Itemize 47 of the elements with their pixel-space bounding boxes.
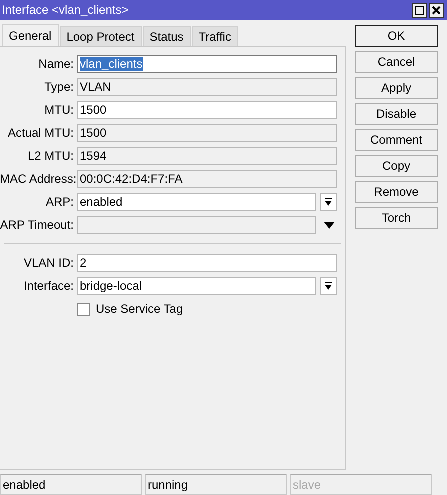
- input-field[interactable]: vlan_clients: [77, 55, 337, 73]
- field-label: L2 MTU:: [26, 149, 75, 163]
- field-label: Name:: [38, 57, 75, 71]
- dialog-button[interactable]: Apply: [355, 77, 438, 99]
- field-label: MTU:: [44, 103, 75, 117]
- input-field[interactable]: enabled: [77, 193, 316, 211]
- checkbox[interactable]: [77, 302, 90, 316]
- input-field[interactable]: VLAN: [77, 78, 337, 96]
- dropdown-arrow-icon: [324, 198, 333, 206]
- dialog-button[interactable]: Cancel: [355, 51, 438, 73]
- input-field[interactable]: bridge-local: [77, 277, 316, 295]
- input-field[interactable]: 1594: [77, 147, 337, 165]
- input-field[interactable]: 00:0C:42:D4:F7:FA: [77, 170, 337, 188]
- dialog-button[interactable]: Torch: [355, 207, 438, 229]
- maximize-icon: [415, 6, 424, 14]
- status-cell: slave: [290, 474, 432, 495]
- dialog-button[interactable]: Remove: [355, 181, 438, 203]
- dropdown-arrow-icon: [324, 282, 333, 290]
- tab[interactable]: Loop Protect: [60, 26, 142, 46]
- input-field[interactable]: 2: [77, 254, 337, 272]
- field-label: Interface:: [22, 279, 75, 293]
- status-cell: running: [145, 474, 287, 495]
- maximize-button[interactable]: [412, 2, 427, 18]
- input-field[interactable]: 1500: [77, 124, 337, 142]
- field-label: MAC Address:: [0, 172, 77, 186]
- field-label: Type:: [44, 80, 75, 94]
- dialog-button[interactable]: OK: [355, 25, 438, 47]
- checkbox-label: Use Service Tag: [96, 302, 184, 316]
- field-label: ARP:: [44, 195, 75, 209]
- field-label: ARP Timeout:: [0, 218, 75, 232]
- input-field[interactable]: 1500: [77, 101, 337, 119]
- close-button[interactable]: [429, 2, 444, 18]
- input-field[interactable]: [77, 216, 316, 234]
- field-label: VLAN ID:: [22, 256, 75, 270]
- dropdown-button[interactable]: [320, 277, 337, 295]
- dropdown-button[interactable]: [320, 193, 337, 211]
- tab[interactable]: General: [2, 24, 59, 46]
- tab[interactable]: Traffic: [192, 26, 238, 46]
- dialog-button[interactable]: Copy: [355, 155, 438, 177]
- window-title: Interface <vlan_clients>: [2, 3, 129, 17]
- field-label: Actual MTU:: [6, 126, 75, 140]
- status-cell: enabled: [0, 474, 142, 495]
- dialog-button[interactable]: Disable: [355, 103, 438, 125]
- tab[interactable]: Status: [142, 26, 191, 46]
- dialog-button[interactable]: Comment: [355, 129, 438, 151]
- dropdown-arrow-icon[interactable]: [324, 222, 335, 228]
- close-icon: [432, 6, 441, 14]
